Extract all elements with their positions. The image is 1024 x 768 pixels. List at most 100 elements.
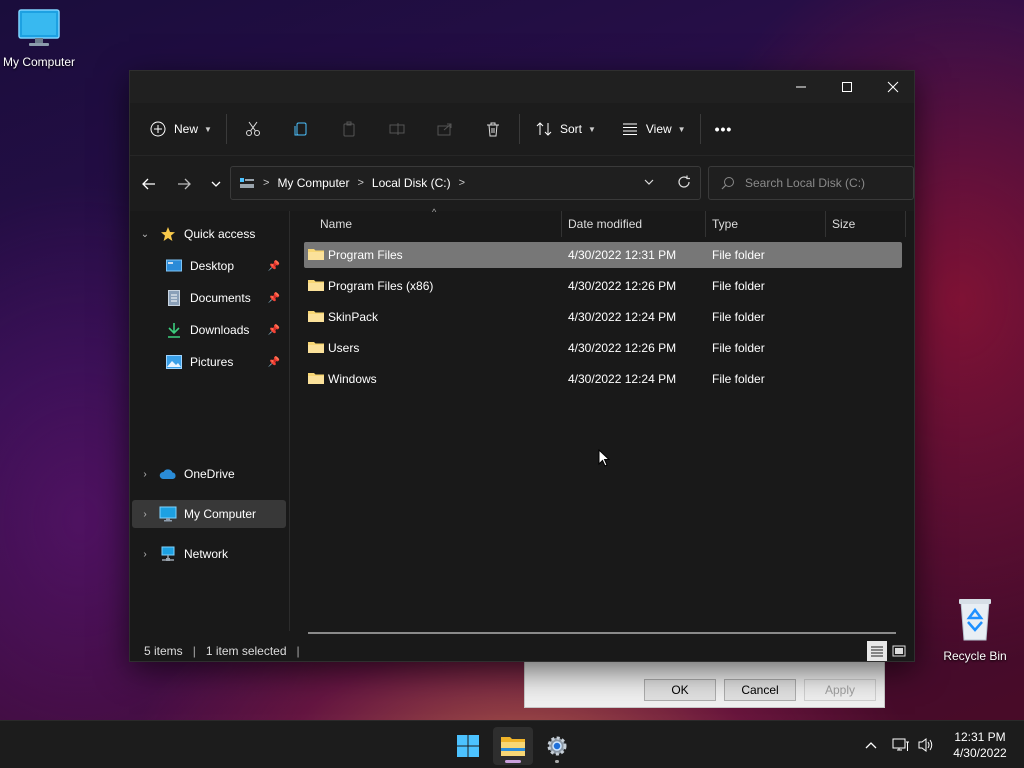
table-row[interactable]: SkinPack 4/30/2022 12:24 PM File folder	[304, 304, 902, 330]
details-view-button[interactable]	[867, 641, 887, 661]
table-row[interactable]: Users 4/30/2022 12:26 PM File folder	[304, 335, 902, 361]
column-header-size[interactable]: Size	[826, 211, 906, 237]
drive-icon	[240, 178, 254, 188]
sidebar-item-label: My Computer	[184, 507, 257, 521]
pin-icon[interactable]: 📌	[268, 325, 280, 336]
column-header-type[interactable]: Type	[706, 211, 826, 237]
view-button[interactable]: View ▼	[622, 113, 686, 145]
sidebar-item-pictures[interactable]: Pictures 📌	[132, 348, 286, 376]
file-type: File folder	[712, 372, 765, 386]
search-box[interactable]	[708, 166, 914, 200]
sidebar-item-quick-access[interactable]: ⌄ Quick access	[132, 220, 286, 248]
copy-button[interactable]	[285, 113, 317, 145]
table-row[interactable]: Windows 4/30/2022 12:24 PM File folder	[304, 366, 902, 392]
show-hidden-icons-button[interactable]	[864, 721, 878, 768]
folder-icon	[308, 309, 324, 326]
recent-locations-button[interactable]	[202, 170, 230, 198]
file-date: 4/30/2022 12:24 PM	[568, 310, 677, 324]
clock-date: 4/30/2022	[953, 746, 1007, 760]
cancel-button[interactable]: Cancel	[724, 679, 796, 701]
chevron-down-icon	[644, 179, 654, 185]
chevron-up-icon	[865, 742, 877, 749]
new-button[interactable]: New ▼	[150, 113, 212, 145]
volume-button[interactable]	[917, 721, 935, 768]
file-name: SkinPack	[328, 310, 379, 324]
breadcrumb-local-disk[interactable]: Local Disk (C:)	[372, 176, 451, 190]
navigation-pane: ⌄ Quick access Desktop 📌 Documents 📌 Dow…	[130, 211, 290, 631]
item-count: 5 items	[144, 644, 183, 658]
maximize-button[interactable]	[824, 71, 870, 103]
chevron-down-icon	[211, 181, 221, 187]
refresh-button[interactable]	[677, 175, 691, 192]
title-bar[interactable]	[130, 71, 914, 103]
sidebar-item-network[interactable]: › Network	[132, 540, 286, 568]
sort-button[interactable]: Sort ▼	[536, 113, 596, 145]
sidebar-item-documents[interactable]: Documents 📌	[132, 284, 286, 312]
forward-button[interactable]	[170, 170, 198, 198]
chevron-right-icon[interactable]: ›	[132, 469, 158, 480]
close-button[interactable]	[870, 71, 914, 103]
download-icon	[164, 322, 184, 338]
arrow-right-icon	[178, 178, 191, 190]
search-input[interactable]	[745, 176, 905, 190]
taskbar-file-explorer[interactable]	[493, 727, 533, 765]
chevron-right-icon[interactable]: ›	[132, 509, 158, 520]
desktop-icon-recycle-bin[interactable]: Recycle Bin	[933, 596, 1017, 663]
sidebar-item-onedrive[interactable]: › OneDrive	[132, 460, 286, 488]
search-icon	[721, 177, 734, 190]
file-type: File folder	[712, 248, 765, 262]
clock[interactable]: 12:31 PM 4/30/2022	[940, 729, 1020, 761]
sidebar-item-label: Desktop	[190, 259, 235, 273]
ok-button[interactable]: OK	[644, 679, 716, 701]
chevron-right-icon[interactable]: ›	[132, 549, 158, 560]
taskbar-settings[interactable]	[537, 727, 577, 765]
plus-circle-icon	[150, 121, 166, 137]
desktop-icon-my-computer[interactable]: My Computer	[0, 8, 81, 69]
pin-icon[interactable]: 📌	[268, 261, 280, 272]
address-bar-row: > My Computer > Local Disk (C:) >	[130, 155, 914, 211]
sidebar-item-desktop[interactable]: Desktop 📌	[132, 252, 286, 280]
sidebar-item-my-computer[interactable]: › My Computer	[132, 500, 286, 528]
cut-button[interactable]	[237, 113, 269, 145]
recycle-bin-icon	[933, 596, 1017, 645]
more-options-button[interactable]: •••	[715, 113, 733, 145]
desktop-icon-label: My Computer	[2, 55, 76, 69]
folder-icon	[308, 278, 324, 295]
sidebar-item-label: Downloads	[190, 323, 250, 337]
view-label: View	[645, 122, 672, 136]
chevron-down-icon[interactable]: ⌄	[132, 229, 158, 240]
sort-icon	[536, 122, 552, 136]
large-icons-view-button[interactable]	[889, 641, 909, 661]
network-status-button[interactable]	[892, 721, 910, 768]
horizontal-scrollbar[interactable]	[308, 632, 896, 634]
folder-icon	[308, 340, 324, 357]
breadcrumb-separator: >	[458, 177, 466, 189]
address-dropdown-button[interactable]	[643, 176, 655, 191]
arrow-left-icon	[142, 178, 155, 190]
table-row[interactable]: Program Files (x86) 4/30/2022 12:26 PM F…	[304, 273, 902, 299]
folder-icon	[308, 247, 324, 264]
table-row[interactable]: Program Files 4/30/2022 12:31 PM File fo…	[304, 242, 902, 268]
speaker-icon	[918, 738, 933, 752]
sort-ascending-icon: ^	[432, 207, 437, 217]
pin-icon[interactable]: 📌	[268, 293, 280, 304]
address-bar[interactable]: > My Computer > Local Disk (C:) >	[230, 166, 701, 200]
file-type: File folder	[712, 279, 765, 293]
column-header-date[interactable]: Date modified	[562, 211, 706, 237]
breadcrumb-my-computer[interactable]: My Computer	[277, 176, 349, 190]
delete-button[interactable]	[477, 113, 509, 145]
column-header-name[interactable]: Name ^	[314, 207, 562, 237]
column-header-label: Type	[712, 217, 739, 231]
sidebar-item-downloads[interactable]: Downloads 📌	[132, 316, 286, 344]
share-icon	[437, 123, 452, 136]
selection-count: 1 item selected	[205, 644, 287, 658]
start-button[interactable]	[448, 727, 488, 765]
back-button[interactable]	[135, 170, 163, 198]
minimize-button[interactable]	[778, 71, 824, 103]
sidebar-item-label: OneDrive	[184, 467, 235, 481]
view-list-icon	[622, 123, 637, 135]
status-separator: |	[192, 644, 196, 658]
pin-icon[interactable]: 📌	[268, 357, 280, 368]
status-separator: |	[296, 644, 300, 658]
new-label: New	[174, 122, 199, 136]
